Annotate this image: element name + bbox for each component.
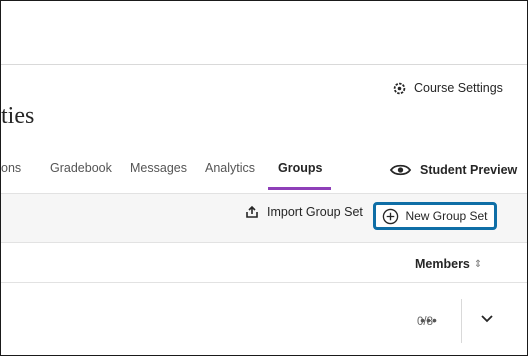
tab-analytics[interactable]: Analytics — [205, 161, 255, 175]
gear-icon — [393, 82, 406, 94]
chevron-down-icon[interactable] — [478, 309, 496, 327]
top-bar — [1, 1, 527, 65]
page-frame: Course Settings ties ons Gradebook Messa… — [0, 0, 528, 356]
row-divider — [461, 299, 462, 343]
tab-gradebook[interactable]: Gradebook — [50, 161, 112, 175]
course-settings-label: Course Settings — [414, 81, 503, 95]
tab-messages[interactable]: Messages — [130, 161, 187, 175]
student-preview-button[interactable]: Student Preview — [389, 162, 517, 178]
eye-icon — [389, 164, 412, 176]
tab-groups[interactable]: Groups — [278, 161, 322, 175]
student-preview-label: Student Preview — [420, 163, 518, 177]
upload-icon — [246, 205, 258, 218]
import-group-set-label: Import Group Set — [267, 205, 363, 219]
members-column-header[interactable]: Members ⇕ — [415, 257, 482, 271]
more-options-icon[interactable]: ••• — [418, 312, 440, 332]
new-group-set-label: New Group Set — [405, 209, 488, 223]
plus-circle-icon — [383, 208, 399, 224]
course-settings-button[interactable]: Course Settings — [393, 81, 503, 95]
sort-icon: ⇕ — [473, 258, 483, 270]
members-header-label: Members — [415, 257, 470, 271]
new-group-set-button[interactable]: New Group Set — [373, 202, 497, 230]
tab-discussions[interactable]: ons — [1, 161, 21, 175]
active-tab-indicator — [268, 187, 331, 190]
page-title: ties — [1, 103, 35, 129]
import-group-set-button[interactable]: Import Group Set — [245, 205, 363, 219]
